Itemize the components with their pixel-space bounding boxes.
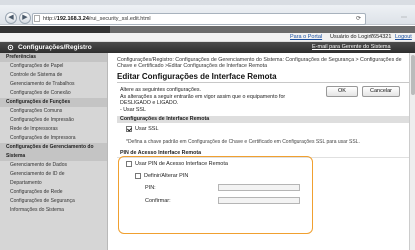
pin-settings-highlight xyxy=(118,156,313,234)
sidebar-item[interactable]: Rede de Impressoras xyxy=(0,125,107,134)
use-ssl-checkbox[interactable] xyxy=(126,126,132,132)
url-path: /rui_security_ssl.edit.html xyxy=(88,16,151,22)
sidebar-item[interactable]: Configurações de Rede xyxy=(0,188,107,197)
pin-label: PIN: xyxy=(145,185,156,191)
app-title: Configurações/Registro xyxy=(18,44,92,51)
sidebar-item[interactable]: Controle de Sistema de xyxy=(0,71,107,80)
note-line-3: - Usar SSL xyxy=(120,106,146,113)
sidebar-item[interactable]: Configurações de Impressão xyxy=(0,116,107,125)
confirm-label: Confirmar: xyxy=(145,198,171,204)
portal-link[interactable]: Para o Portal xyxy=(290,34,322,40)
use-pin-checkbox[interactable] xyxy=(126,161,132,167)
user-value: 7654321 xyxy=(370,34,392,40)
pin-input[interactable] xyxy=(218,184,300,191)
title-divider xyxy=(117,82,409,83)
app-brand-bar xyxy=(0,26,415,33)
sidebar-item[interactable]: Gerenciamento de Trabalhos xyxy=(0,80,107,89)
breadcrumb: Configurações/Registro: Configurações de… xyxy=(117,57,402,69)
sidebar-item[interactable]: Configurações de Conexão xyxy=(0,89,107,98)
sidebar-item[interactable]: Configurações de Papel xyxy=(0,62,107,71)
sidebar-item[interactable]: Configurações de Segurança xyxy=(0,197,107,206)
back-arrow-icon[interactable]: ◀ xyxy=(5,12,17,24)
url-host: 192.168.3.24 xyxy=(56,16,89,22)
settings-gear-icon xyxy=(7,44,14,51)
set-pin-checkbox[interactable] xyxy=(135,173,141,179)
sidebar-item[interactable]: Configurações de Impressora xyxy=(0,134,107,143)
sidebar-nav: Preferências Configurações de Papel Contro… xyxy=(0,53,108,250)
section-remote-ui-settings: Configurações de Interface Remota xyxy=(117,116,409,123)
main-content: Configurações/Registro: Configurações de… xyxy=(108,53,415,250)
sidebar-item[interactable]: Gerenciamento de ID de xyxy=(0,170,107,179)
note-line-2: As alterações a seguir entrarão em vigor… xyxy=(120,93,286,107)
use-pin-label: Usar PIN de Acesso Interface Remota xyxy=(135,161,228,167)
window-controls[interactable]: ⋯ xyxy=(401,14,409,21)
address-bar[interactable]: http://192.168.3.24/rui_security_ssl.edi… xyxy=(32,13,366,25)
app-title-bar: Configurações/Registro E-mail para Geren… xyxy=(0,42,415,53)
login-info-bar: Para o Portal Usuário do Login: 7654321 … xyxy=(0,33,415,42)
sidebar-item[interactable]: Gerenciamento de Dados xyxy=(0,161,107,170)
use-ssl-label: Usar SSL xyxy=(135,126,159,132)
confirm-pin-input[interactable] xyxy=(218,197,300,204)
sidebar-item[interactable]: Configurações Comuns xyxy=(0,107,107,116)
sidebar-item[interactable]: Informações do Sistema xyxy=(0,206,107,215)
change-note: Altere as seguintes configurações. As al… xyxy=(120,87,300,113)
sidebar-item[interactable]: Sistema xyxy=(0,152,107,161)
browser-toolbar: ◀ ▶ http://192.168.3.24/rui_security_ssl… xyxy=(0,5,415,25)
cancel-button[interactable]: Cancelar xyxy=(362,86,400,97)
forward-arrow-icon[interactable]: ▶ xyxy=(19,12,31,24)
ok-button[interactable]: OK xyxy=(326,86,358,97)
logout-link[interactable]: Logout xyxy=(395,34,412,40)
set-pin-label: Definir/Alterar PIN xyxy=(144,173,189,179)
sidebar-item[interactable]: Preferências xyxy=(0,53,107,62)
scrollbar-thumb[interactable] xyxy=(411,55,415,95)
sidebar-item[interactable]: Configurações de Funções xyxy=(0,98,107,107)
page-icon xyxy=(34,15,40,22)
refresh-icon[interactable]: ⟳ xyxy=(356,15,361,22)
sidebar-item[interactable]: Departamento xyxy=(0,179,107,188)
page-title: Editar Configurações de Interface Remota xyxy=(117,72,277,81)
mail-admin-link[interactable]: E-mail para Gerente do Sistema xyxy=(312,44,391,50)
ssl-hint-text: *Defina a chave padrão em Configurações … xyxy=(126,139,360,145)
sidebar-item[interactable]: Configurações de Gerenciamento do xyxy=(0,143,107,152)
vertical-scrollbar[interactable] xyxy=(409,53,415,250)
user-label: Usuário do Login: xyxy=(330,34,374,40)
